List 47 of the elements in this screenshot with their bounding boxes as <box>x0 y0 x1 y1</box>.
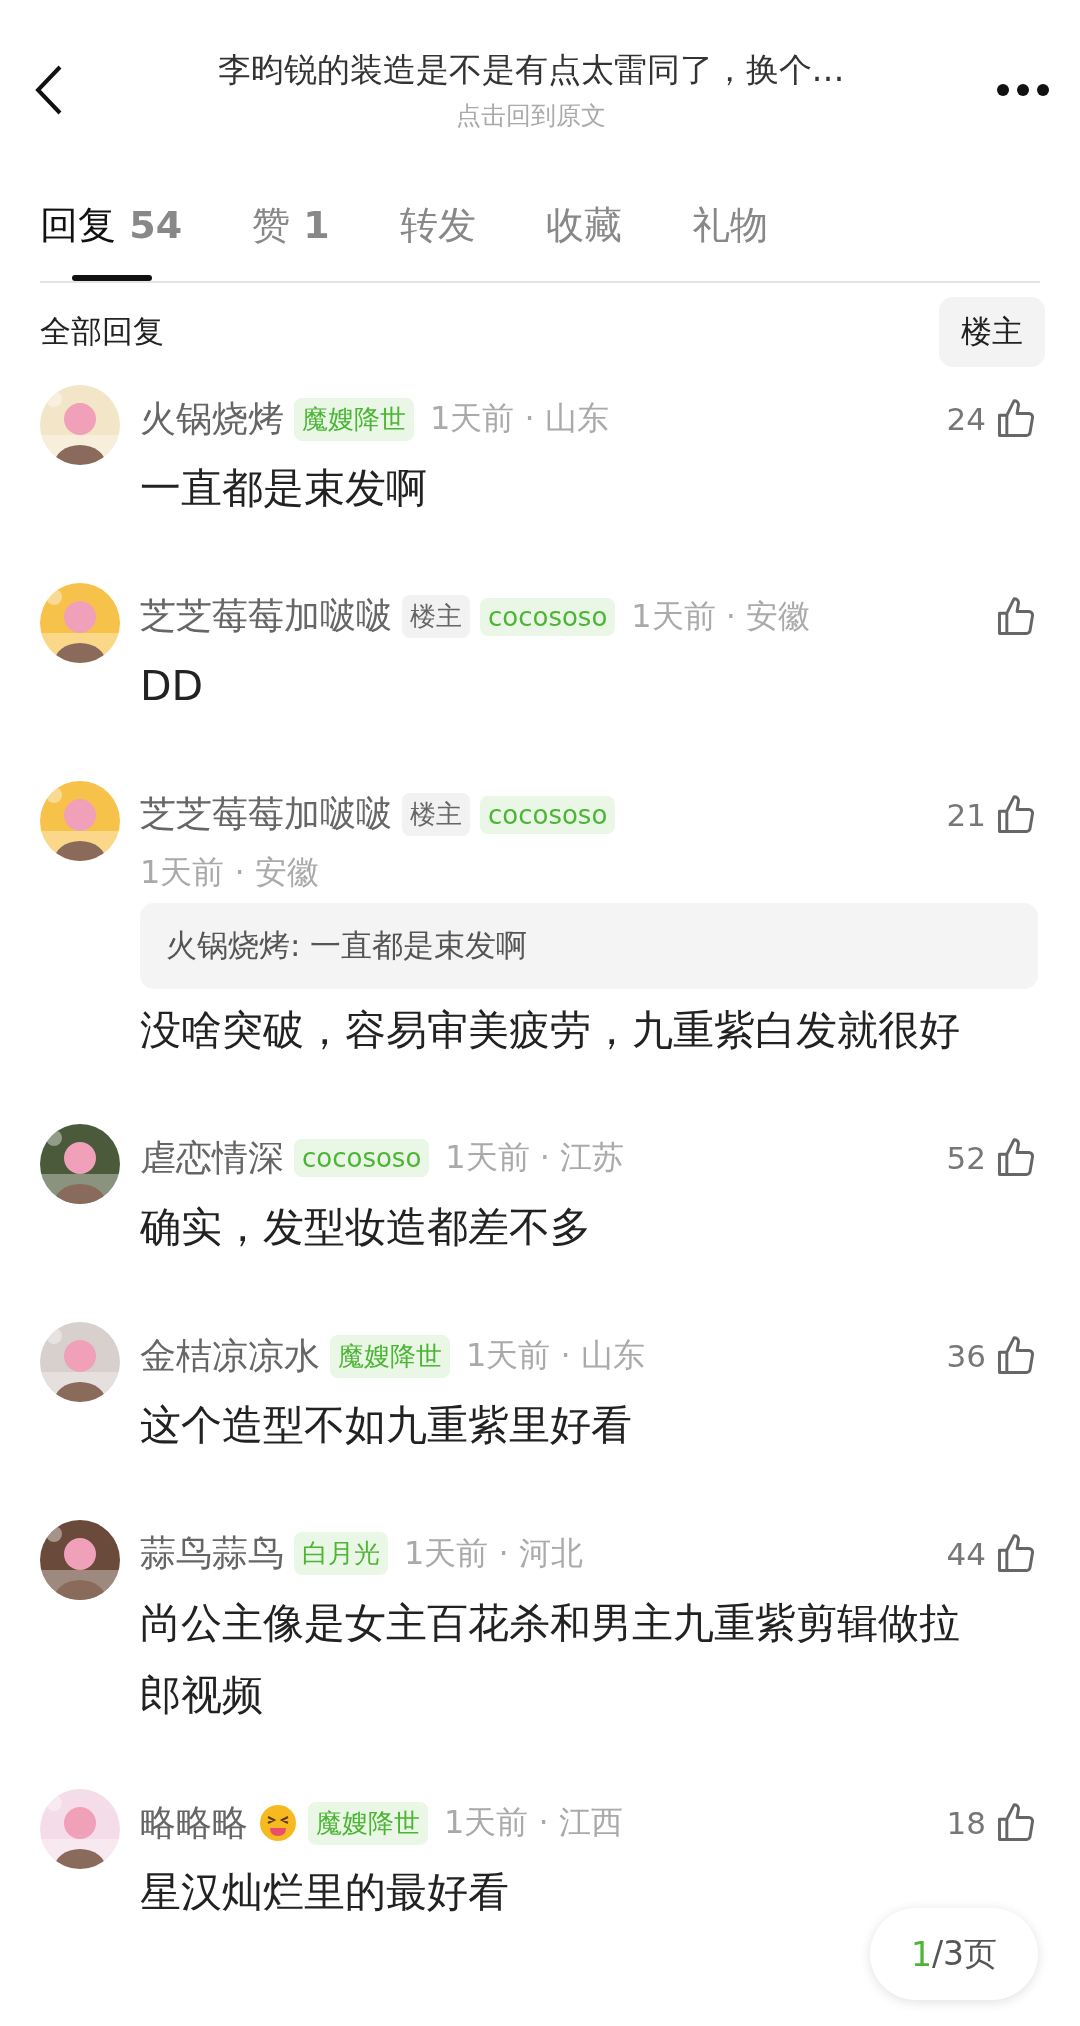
like-count: 52 <box>946 1140 986 1177</box>
comment-meta: 1天前 · 江西 <box>444 1802 623 1844</box>
comment-text: DD <box>140 660 204 712</box>
comment-meta: 1天前 · 山东 <box>430 398 609 439</box>
like-count: 18 <box>946 1805 986 1842</box>
user-badge: cocososo <box>480 597 616 636</box>
comment-text: 确实，发型妆造都差不多 <box>140 1202 591 1254</box>
comment-meta: 1天前 · 山东 <box>466 1335 645 1376</box>
user-badge: 白月光 <box>294 1532 388 1576</box>
tab[interactable]: 赞 1 <box>252 190 330 281</box>
user-name[interactable]: 虐恋情深 <box>140 1133 284 1183</box>
user-badge: 魔嫂降世 <box>294 397 414 441</box>
tab[interactable]: 转发 <box>399 190 476 281</box>
comment-meta: 1天前 · 河北 <box>404 1532 583 1574</box>
tab[interactable]: 收藏 <box>545 190 622 281</box>
user-badge: 魔嫂降世 <box>308 1801 428 1845</box>
user-name[interactable]: 略略略 <box>140 1798 248 1848</box>
user-badge: cocososo <box>480 795 616 834</box>
post-title[interactable]: 李昀锐的装造是不是有点太雷同了，换个… <box>217 48 845 93</box>
like-count: 24 <box>946 401 986 437</box>
comment-text: 尚公主像是女主百花杀和男主九重紫剪辑做拉郎视频 <box>140 1597 961 1721</box>
comment-meta: 1天前 · 江苏 <box>445 1137 625 1179</box>
user-name[interactable]: 蒜鸟蒜鸟 <box>140 1529 284 1579</box>
user-name[interactable]: 芝芝莓莓加啵啵 <box>140 592 392 642</box>
comment-meta: 1天前 · 安徽 <box>140 851 320 893</box>
like-count: 21 <box>946 796 986 833</box>
like-count: 44 <box>946 1535 986 1572</box>
user-name[interactable]: 芝芝莓莓加啵啵 <box>140 790 392 839</box>
user-name[interactable]: 金桔凉凉水 <box>140 1331 320 1381</box>
quoted-reply: 火锅烧烤: 一直都是束发啊 <box>140 902 1038 989</box>
comment-text: 星汉灿烂里的最好看 <box>140 1867 509 1919</box>
user-badge: cocososo <box>294 1139 430 1178</box>
comment-text: 没啥突破，容易审美疲劳，九重紫白发就很好 <box>140 1004 960 1056</box>
user-badge: 楼主 <box>402 595 470 639</box>
user-badge: 楼主 <box>402 793 470 836</box>
user-name[interactable]: 火锅烧烤 <box>140 394 284 444</box>
page-indicator-toast[interactable]: 1/3页 <box>870 1908 1038 2000</box>
author-filter-button[interactable]: 楼主 <box>939 297 1045 367</box>
comment-meta: 1天前 · 安徽 <box>631 595 811 637</box>
section-label: 全部回复 <box>40 312 164 351</box>
tab[interactable]: 礼物 <box>691 190 768 281</box>
like-count: 36 <box>946 1338 986 1374</box>
user-badge: 魔嫂降世 <box>330 1334 450 1378</box>
comment-text: 一直都是束发啊 <box>140 463 427 514</box>
comment-text: 这个造型不如九重紫里好看 <box>140 1400 632 1451</box>
more-icon[interactable] <box>996 83 1050 97</box>
tab[interactable]: 回复 54 <box>40 190 183 281</box>
